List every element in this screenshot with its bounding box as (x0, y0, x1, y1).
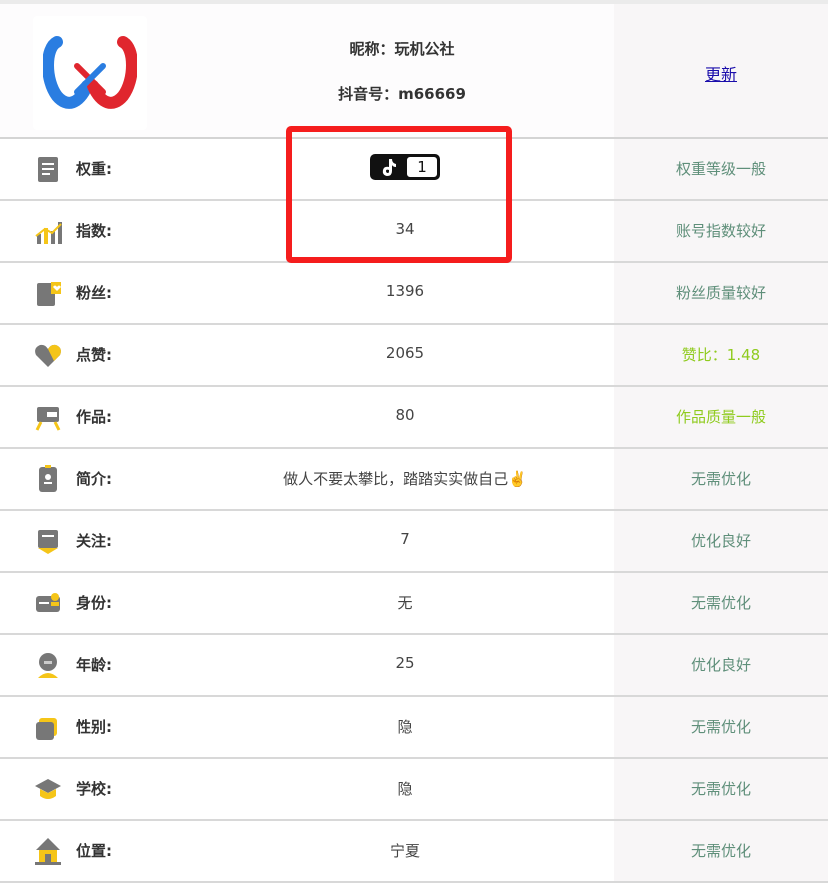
row-label: 点赞: (76, 346, 112, 364)
row-label: 关注: (76, 532, 112, 550)
row-value: 隐 (397, 780, 413, 798)
row-label: 位置: (76, 842, 112, 860)
nickname: 昵称：玩机公社 (349, 40, 455, 58)
row-value: 7 (400, 530, 410, 548)
row-label: 指数: (76, 222, 112, 240)
follow-icon (33, 526, 63, 556)
table-row: 作品: 80 作品质量一般 (0, 387, 828, 449)
profile-icon (33, 464, 63, 494)
graduation-cap-icon (33, 774, 63, 804)
table-row: 粉丝: 1396 粉丝质量较好 (0, 263, 828, 325)
row-value: 25 (395, 654, 415, 672)
row-label: 权重: (76, 160, 112, 178)
row-status: 无需优化 (690, 780, 751, 798)
row-label: 作品: (76, 408, 112, 426)
row-value: 无 (397, 594, 413, 612)
table-row: 年龄: 25 优化良好 (0, 635, 828, 697)
update-cell: 更新 (614, 4, 828, 137)
row-label: 性别: (76, 718, 112, 736)
table-row: 简介: 做人不要太攀比，踏踏实实做自己✌️ 无需优化 (0, 449, 828, 511)
table-row: 点赞: 2065 赞比：1.48 (0, 325, 828, 387)
chart-icon (33, 216, 63, 246)
update-link[interactable]: 更新 (614, 61, 828, 85)
row-status: 赞比：1.48 (681, 346, 761, 364)
row-label: 身份: (76, 594, 112, 612)
row-status: 优化良好 (690, 656, 751, 674)
row-status: 无需优化 (690, 594, 751, 612)
gender-icon (33, 712, 63, 742)
row-status: 无需优化 (690, 842, 751, 860)
row-value: 隐 (397, 718, 413, 736)
document-icon (33, 154, 63, 184)
w-logo-icon (43, 36, 137, 109)
row-value: 宁夏 (389, 842, 420, 860)
row-status: 粉丝质量较好 (675, 284, 766, 302)
table-row: 位置: 宁夏 无需优化 (0, 821, 828, 883)
row-value: 80 (395, 406, 415, 424)
row-status: 作品质量一般 (675, 408, 766, 426)
row-label: 粉丝: (76, 284, 112, 302)
id-card-icon (33, 588, 63, 618)
account-avatar (33, 16, 147, 130)
row-status: 优化良好 (690, 532, 751, 550)
row-value: 2065 (385, 344, 425, 362)
table-row: 学校: 隐 无需优化 (0, 759, 828, 821)
highlight-box (286, 126, 512, 263)
row-status: 无需优化 (690, 718, 751, 736)
row-status: 权重等级一般 (675, 160, 766, 178)
douyin-id: 抖音号：m66669 (338, 85, 466, 103)
camera-icon (33, 402, 63, 432)
account-header: 昵称：玩机公社 抖音号：m66669 更新 (0, 4, 828, 139)
table-row: 身份: 无 无需优化 (0, 573, 828, 635)
row-label: 简介: (76, 470, 112, 488)
row-status: 账号指数较好 (675, 222, 766, 240)
row-value: 做人不要太攀比，踏踏实实做自己✌️ (283, 470, 527, 488)
avatar-icon (33, 650, 63, 680)
heart-icon (33, 340, 63, 370)
table-row: 关注: 7 优化良好 (0, 511, 828, 573)
row-value: 1396 (385, 282, 425, 300)
fans-icon (33, 278, 63, 308)
account-info: 昵称：玩机公社 抖音号：m66669 (190, 4, 614, 137)
row-status: 无需优化 (690, 470, 751, 488)
table-row: 性别: 隐 无需优化 (0, 697, 828, 759)
row-label: 学校: (76, 780, 112, 798)
row-label: 年龄: (76, 656, 112, 674)
location-house-icon (33, 836, 63, 866)
